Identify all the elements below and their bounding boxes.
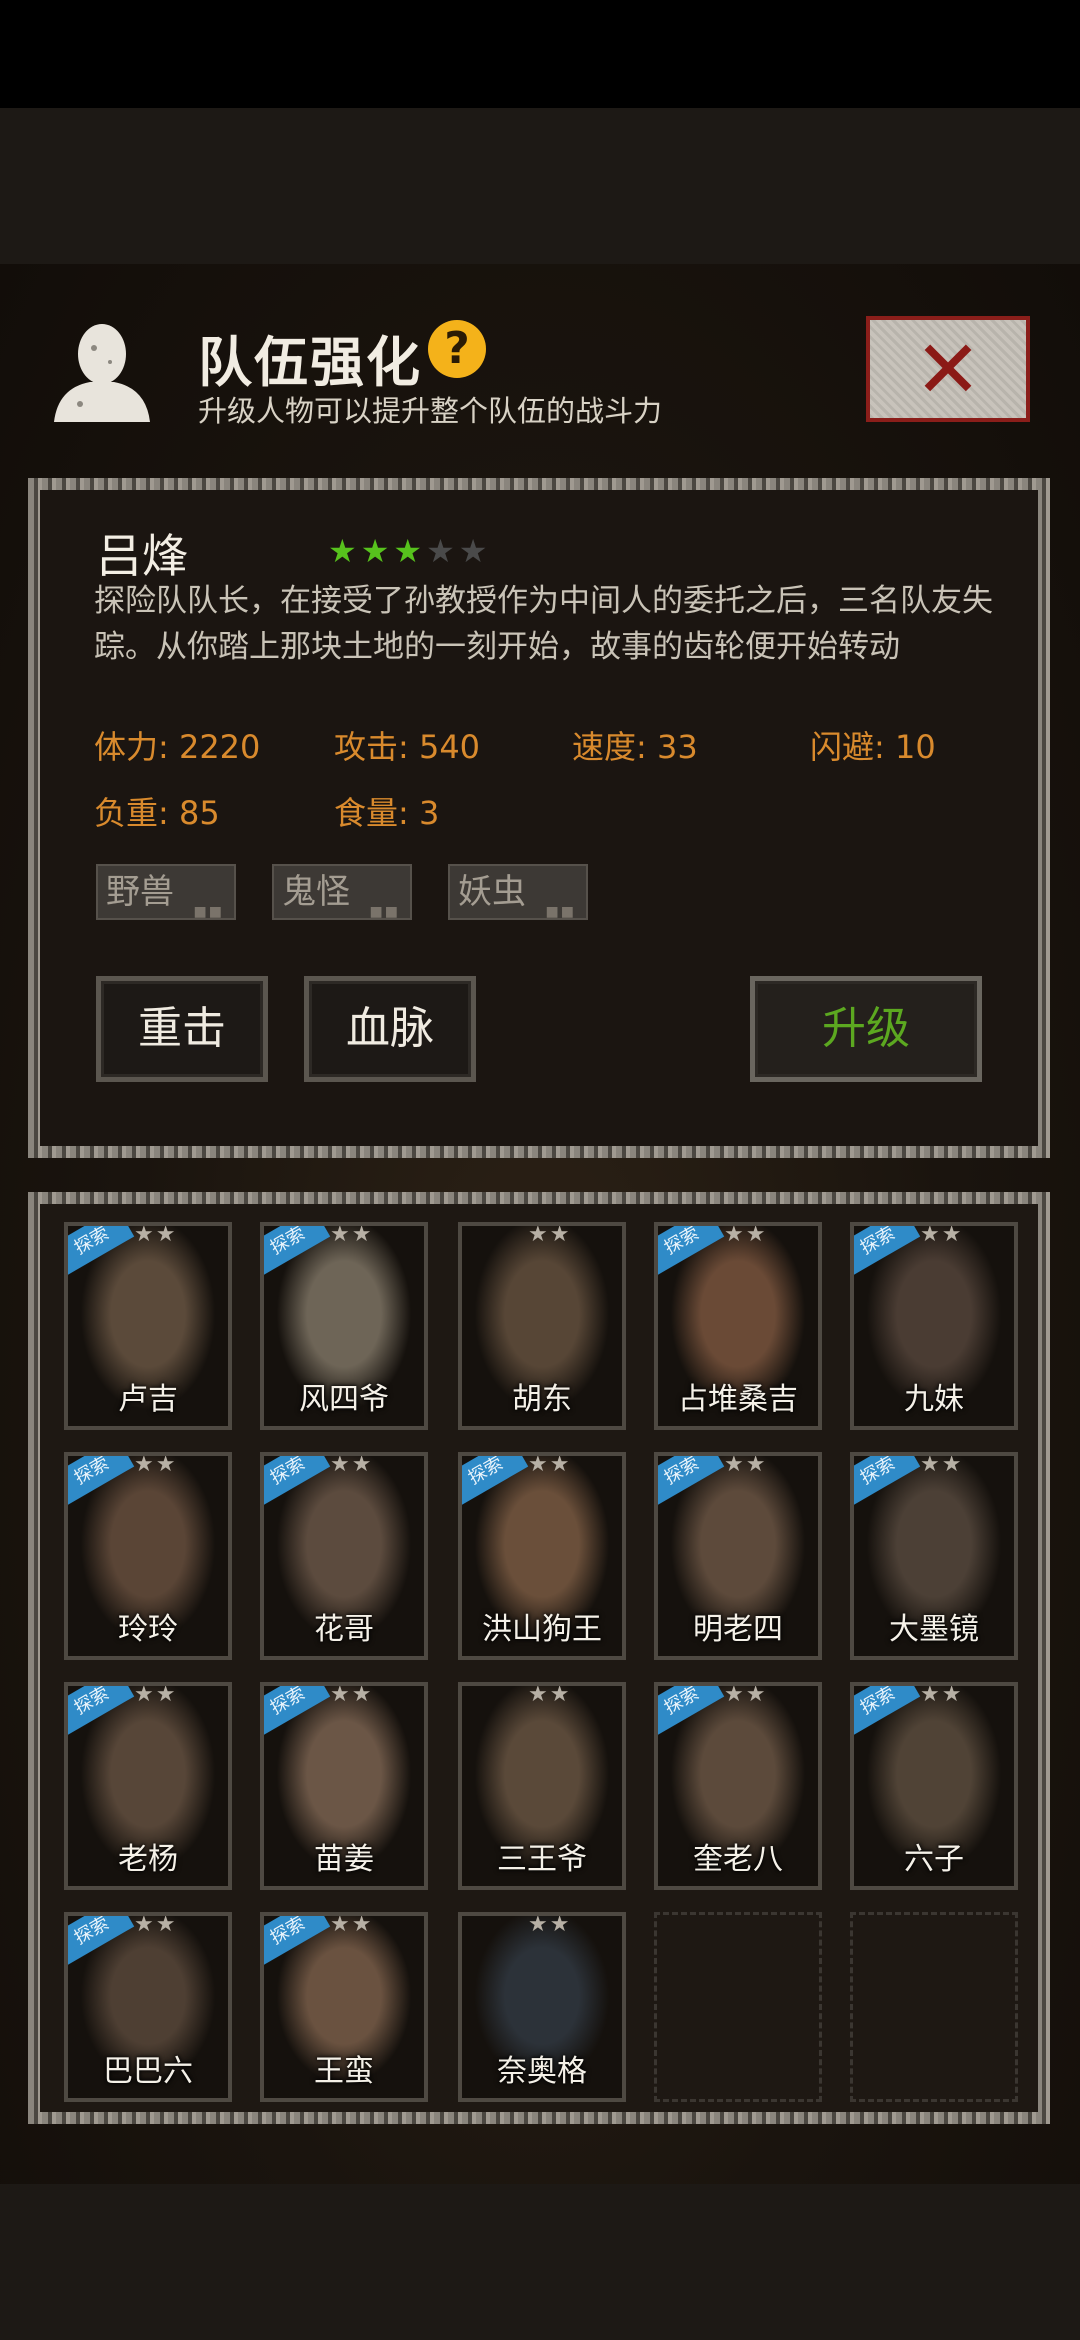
close-button[interactable]: ✕ (866, 316, 1030, 422)
bottom-spacer (0, 2184, 1080, 2340)
character-stars: ★★ (134, 1912, 178, 1937)
upgrade-button[interactable]: 升级 (750, 976, 982, 1082)
character-card[interactable]: 探索 ★★ 巴巴六 (64, 1912, 232, 2102)
character-stars: ★★ (330, 1912, 374, 1937)
character-card[interactable]: 探索 ★★ 占堆桑吉 (654, 1222, 822, 1430)
character-stars: ★★ (528, 1682, 572, 1707)
character-name: 奎老八 (693, 1842, 783, 1877)
character-stars: ★★ (920, 1452, 964, 1477)
stat-dodge: 闪避: 10 (810, 728, 936, 766)
star-icon: ★ (360, 532, 394, 570)
character-name: 六子 (904, 1842, 964, 1877)
character-card[interactable]: 探索 ★★ 奎老八 (654, 1682, 822, 1890)
character-stars: ★★ (724, 1452, 768, 1477)
character-card[interactable]: 探索 ★★ 苗姜 (260, 1682, 428, 1890)
character-name: 老杨 (118, 1842, 178, 1877)
character-card[interactable]: 探索 ★★ 王蛮 (260, 1912, 428, 2102)
character-stars: ★★ (134, 1452, 178, 1477)
character-name: 花哥 (314, 1612, 374, 1647)
page-subtitle: 升级人物可以提升整个队伍的战斗力 (198, 394, 663, 428)
character-stars: ★★ (724, 1222, 768, 1247)
character-card[interactable]: 探索 ★★ 卢吉 (64, 1222, 232, 1430)
stat-load: 负重: 85 (94, 794, 220, 832)
empty-slot (654, 1912, 822, 2102)
page-title: 队伍强化 (198, 331, 422, 394)
tag-insect: 妖虫 ■■ (448, 864, 588, 920)
character-stars: ★★ (920, 1222, 964, 1247)
character-name: 巴巴六 (103, 2054, 193, 2089)
character-stars: ★★ (528, 1222, 572, 1247)
character-name: 玲玲 (118, 1612, 178, 1647)
character-card[interactable]: 探索 ★★ 九妹 (850, 1222, 1018, 1430)
character-card[interactable]: 探索 ★★ 风四爷 (260, 1222, 428, 1430)
character-name: 苗姜 (314, 1842, 374, 1877)
star-icon: ★ (393, 532, 427, 570)
character-name: 三王爷 (497, 1842, 587, 1877)
character-stars: ★★ (330, 1682, 374, 1707)
character-card[interactable]: 探索 ★★ 花哥 (260, 1452, 428, 1660)
stat-food: 食量: 3 (334, 794, 440, 832)
character-name: 卢吉 (118, 1382, 178, 1417)
tag-ghost: 鬼怪 ■■ (272, 864, 412, 920)
character-card[interactable]: 探索 ★★ 玲玲 (64, 1452, 232, 1660)
status-bar (0, 0, 1080, 108)
top-spacer (0, 108, 1080, 264)
character-stars: ★★ (528, 1912, 572, 1937)
character-card[interactable]: 探索 ★★ 六子 (850, 1682, 1018, 1890)
profile-silhouette-icon (54, 324, 150, 422)
character-card[interactable]: 探索 ★★ 洪山狗王 (458, 1452, 626, 1660)
character-name: 胡东 (512, 1382, 572, 1417)
character-card[interactable]: ★★ 三王爷 (458, 1682, 626, 1890)
character-stars: ★★ (920, 1682, 964, 1707)
character-stars: ★★ (134, 1682, 178, 1707)
character-name: 占堆桑吉 (678, 1382, 798, 1417)
character-name: 王蛮 (314, 2054, 374, 2089)
stat-hp: 体力: 2220 (94, 728, 261, 766)
heavy-strike-button[interactable]: 重击 (96, 976, 268, 1082)
empty-slot (850, 1912, 1018, 2102)
character-name: 洪山狗王 (482, 1612, 602, 1647)
character-stars: ★★ (724, 1682, 768, 1707)
hero-name: 吕烽 (96, 529, 188, 583)
star-icon: ★ (328, 532, 361, 570)
character-stars: ★★ (134, 1222, 178, 1247)
help-icon[interactable]: ? (428, 320, 486, 378)
bloodline-button[interactable]: 血脉 (304, 976, 476, 1082)
stat-speed: 速度: 33 (572, 728, 698, 766)
hero-description: 探险队队长，在接受了孙教授作为中间人的委托之后，三名队友失踪。从你踏上那块土地的… (94, 583, 993, 665)
character-card[interactable]: ★★ 胡东 (458, 1222, 626, 1430)
star-empty-icon: ★ (458, 532, 492, 570)
character-name: 风四爷 (299, 1382, 389, 1417)
character-card[interactable]: 探索 ★★ 明老四 (654, 1452, 822, 1660)
character-stars: ★★ (330, 1222, 374, 1247)
character-name: 九妹 (904, 1382, 964, 1417)
character-name: 明老四 (693, 1612, 783, 1647)
hero-star-rating: ★★★★★ (328, 532, 491, 570)
character-name: 大墨镜 (889, 1612, 979, 1647)
stat-attack: 攻击: 540 (334, 728, 481, 766)
star-empty-icon: ★ (426, 532, 459, 570)
character-card[interactable]: 探索 ★★ 老杨 (64, 1682, 232, 1890)
character-card[interactable]: 探索 ★★ 大墨镜 (850, 1452, 1018, 1660)
character-stars: ★★ (330, 1452, 374, 1477)
character-name: 奈奥格 (497, 2054, 587, 2089)
character-card[interactable]: ★★ 奈奥格 (458, 1912, 626, 2102)
tag-beast: 野兽 ■■ (96, 864, 236, 920)
close-icon: ✕ (914, 323, 982, 416)
character-stars: ★★ (528, 1452, 572, 1477)
